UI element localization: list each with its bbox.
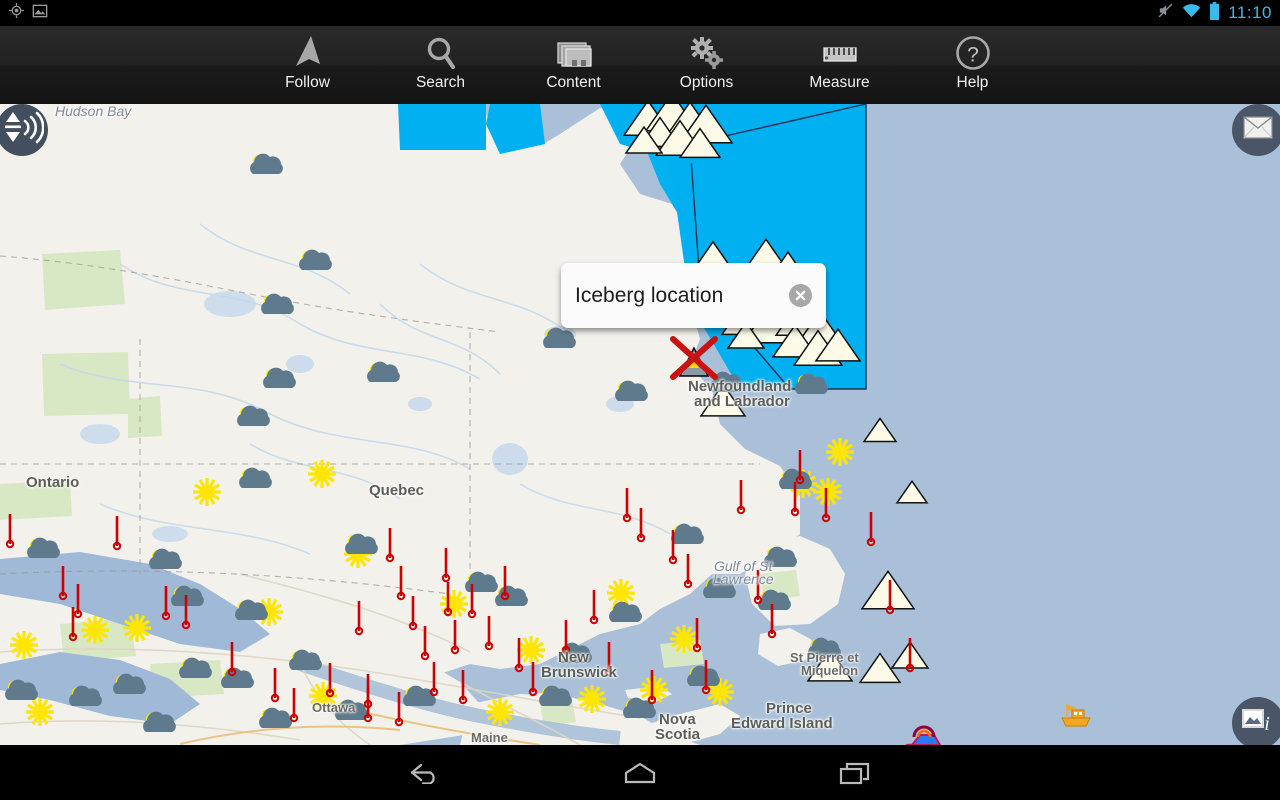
wifi-icon [1182,3,1201,23]
home-button[interactable] [533,745,748,800]
toolbar-button-options[interactable]: Options [640,26,773,104]
toolbar-button-help[interactable]: ? Help [906,26,1039,104]
toolbar-button-content[interactable]: Content [507,26,640,104]
toolbar-label-content: Content [546,74,601,91]
feature-callout-popup[interactable]: Iceberg location [561,263,826,328]
navigation-arrow-icon [289,32,327,76]
layers-icon [553,32,595,76]
toolbar-button-search[interactable]: Search [374,26,507,104]
home-icon [624,762,656,783]
toolbar-label-options: Options [679,74,734,91]
recents-button[interactable] [748,745,963,800]
status-bar-clock: 11:10 [1228,3,1272,22]
photo-icon [32,3,48,24]
image-info-icon: i [1242,707,1274,740]
status-bar-left-icons [8,2,48,24]
toolbar-label-follow: Follow [285,74,330,91]
messages-button[interactable] [1232,104,1280,156]
map-canvas[interactable]: Hudson Bay Ontario Quebec Newfoundland and L… [0,104,1280,745]
back-arrow-icon [410,763,435,784]
map-graphics [0,104,1280,745]
toolbar-label-help: Help [956,74,989,91]
callout-title: Iceberg location [575,283,724,307]
zoom-signal-button[interactable] [0,104,48,156]
gears-icon [687,32,727,76]
battery-icon [1209,1,1220,25]
toolbar-button-measure[interactable]: Measure [773,26,906,104]
svg-text:i: i [1264,713,1270,735]
svg-text:?: ? [967,44,979,67]
envelope-icon [1243,116,1273,144]
android-nav-bar [0,745,1280,800]
status-bar-right-icons: 11:10 [1157,1,1272,25]
toolbar-label-search: Search [415,74,466,91]
magnifier-icon [423,32,459,76]
recents-icon [839,762,870,784]
app-toolbar: Follow Search Content Options Measure ? … [0,26,1280,104]
status-bar: 11:10 [0,0,1280,26]
volume-muted-icon [1157,2,1174,24]
android-screen: 11:10 Follow Search Content Options Meas… [0,0,1280,800]
back-button[interactable] [318,745,533,800]
toolbar-button-follow[interactable]: Follow [241,26,374,104]
ruler-icon [819,32,861,76]
question-circle-icon: ? [953,32,993,76]
close-icon[interactable] [789,284,812,307]
toolbar-label-measure: Measure [809,74,870,91]
gps-location-icon [8,2,25,24]
legend-info-button[interactable]: i [1232,697,1280,745]
up-down-arrows-signal-icon [0,108,45,153]
